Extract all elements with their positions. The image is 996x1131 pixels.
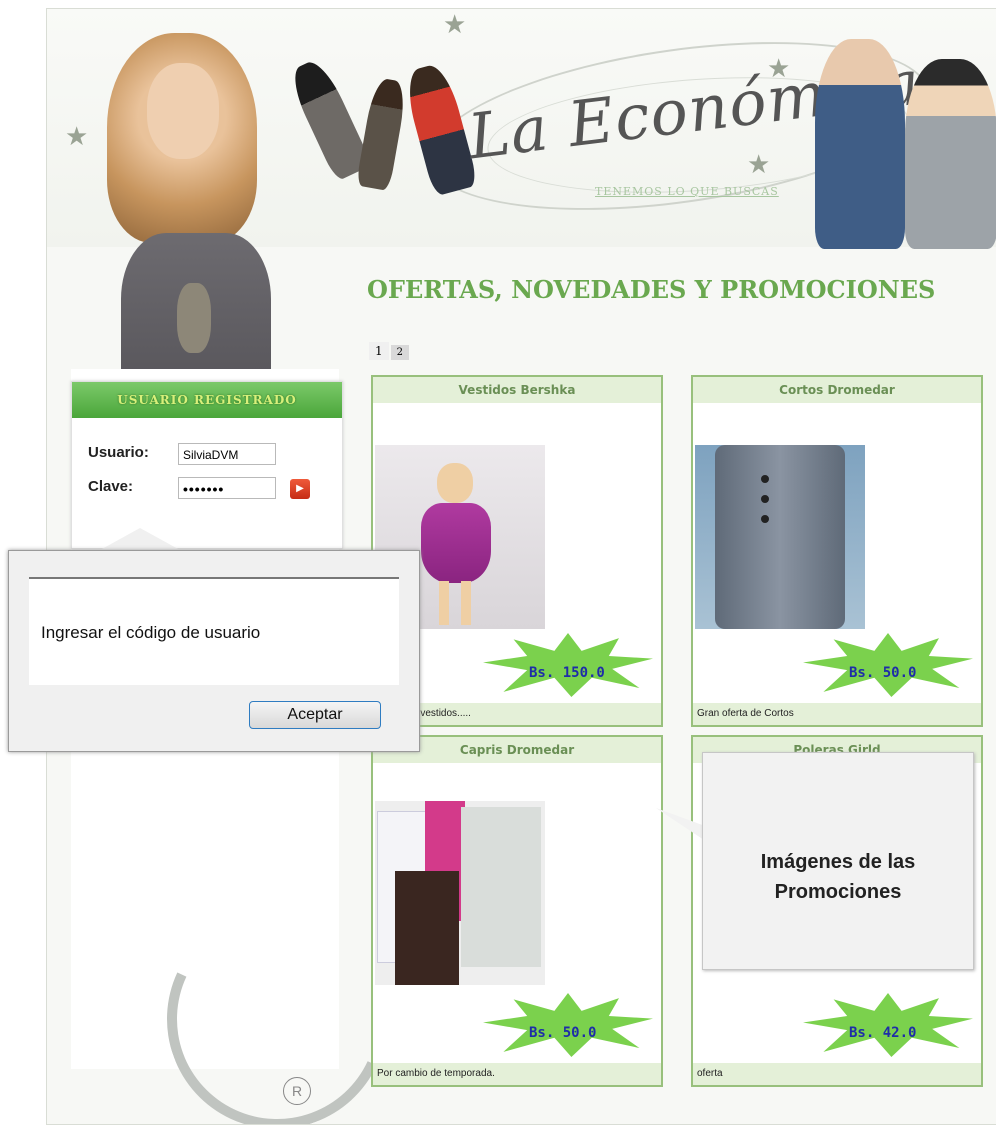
tagline: TENEMOS LO QUE BUSCAS — [595, 185, 779, 198]
alert-dialog: Ingresar el código de usuario Aceptar — [8, 550, 420, 752]
login-box: USUARIO REGISTRADO Usuario: SilviaDVM Cl… — [71, 381, 343, 549]
card-description: Gran oferta de Cortos — [693, 703, 981, 725]
page-link-1[interactable]: 1 — [369, 342, 389, 360]
card-description: Por cambio de temporada. — [373, 1063, 661, 1085]
product-card[interactable]: Capris Dromedar Bs. 50.0 Por cambio de t… — [371, 735, 663, 1087]
play-arrow-icon: ▶ — [296, 483, 304, 494]
login-title: USUARIO REGISTRADO — [72, 382, 342, 418]
dialog-tail — [100, 528, 180, 550]
password-label: Clave: — [88, 478, 134, 495]
promotions-title: OFERTAS, NOVEDADES Y PROMOCIONES — [367, 275, 936, 304]
price-label: Bs. 150.0 — [529, 665, 605, 681]
price-badge: Bs. 50.0 — [803, 633, 973, 697]
product-image — [695, 445, 865, 629]
product-image — [375, 801, 545, 985]
annotation-text: Imágenes de las Promociones — [703, 847, 973, 907]
price-label: Bs. 50.0 — [529, 1025, 597, 1041]
registered-mark: R — [283, 1077, 311, 1105]
dialog-message: Ingresar el código de usuario — [41, 623, 261, 642]
dialog-body: Ingresar el código de usuario — [29, 577, 399, 685]
annotation-line-1: Imágenes de las — [760, 851, 916, 873]
product-card[interactable]: Cortos Dromedar Bs. 50.0 Gran oferta de … — [691, 375, 983, 727]
user-input[interactable]: SilviaDVM — [178, 443, 276, 465]
pagination: 12 — [369, 342, 411, 360]
annotation-line-2: Promociones — [774, 881, 902, 903]
price-badge: Bs. 50.0 — [483, 993, 653, 1057]
price-label: Bs. 50.0 — [849, 665, 917, 681]
header-banner: ★ ★ ★ ★ ★ La Económica TENEMOS LO QUE BU… — [47, 9, 996, 453]
star-icon: ★ — [747, 149, 771, 179]
accept-button[interactable]: Aceptar — [249, 701, 381, 729]
teens-photo — [815, 19, 996, 249]
price-label: Bs. 42.0 — [849, 1025, 917, 1041]
login-submit-button[interactable]: ▶ — [290, 479, 310, 499]
password-input[interactable]: ••••••• — [178, 477, 276, 499]
dancer-image — [355, 76, 409, 192]
card-title: Cortos Dromedar — [693, 377, 981, 403]
price-badge: Bs. 150.0 — [483, 633, 653, 697]
user-label: Usuario: — [88, 444, 149, 461]
annotation-callout: Imágenes de las Promociones — [702, 752, 974, 970]
price-badge: Bs. 42.0 — [803, 993, 973, 1057]
card-title: Vestidos Bershka — [373, 377, 661, 403]
page-link-2[interactable]: 2 — [390, 345, 410, 360]
card-description: oferta — [693, 1063, 981, 1085]
star-icon: ★ — [443, 9, 467, 39]
